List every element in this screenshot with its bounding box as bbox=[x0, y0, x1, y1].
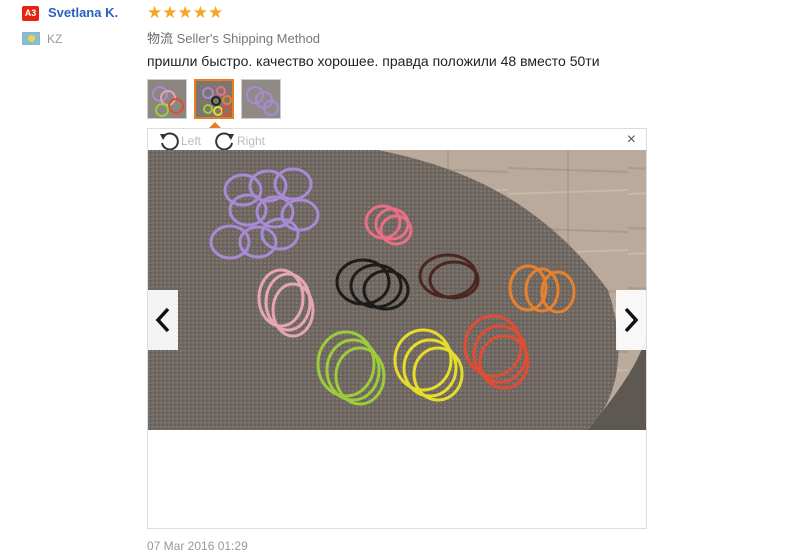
next-image-button[interactable] bbox=[616, 290, 646, 350]
rotate-left-button[interactable]: Left bbox=[158, 131, 201, 151]
close-viewer-button[interactable]: × bbox=[627, 132, 636, 148]
rotate-right-icon bbox=[215, 132, 234, 151]
review-photo bbox=[148, 150, 646, 430]
chevron-left-icon bbox=[155, 307, 170, 333]
review-thumbnail-2[interactable] bbox=[194, 79, 234, 119]
shipping-label: 物流 bbox=[147, 31, 174, 46]
chevron-right-icon bbox=[624, 307, 639, 333]
reviewer-country: KZ bbox=[47, 32, 63, 46]
kz-flag-icon bbox=[22, 32, 40, 45]
rotate-left-icon bbox=[160, 132, 179, 151]
image-viewer: Left Right × bbox=[147, 128, 647, 529]
review-comment: пришли быстро. качество хорошее. правда … bbox=[147, 53, 600, 69]
review-thumbnail-1[interactable] bbox=[147, 79, 187, 119]
reviewer-name[interactable]: Svetlana K. bbox=[48, 5, 118, 20]
rotate-right-button[interactable]: Right bbox=[214, 131, 265, 151]
user-level-badge: A3 bbox=[22, 6, 39, 21]
shipping-method: Seller's Shipping Method bbox=[176, 31, 321, 46]
review-date: 07 Mar 2016 01:29 bbox=[147, 539, 248, 553]
shipping-info: 物流 Seller's Shipping Method bbox=[147, 28, 320, 47]
rating-stars: ★★★★★ bbox=[147, 3, 224, 22]
rotate-right-label: Right bbox=[237, 134, 266, 148]
rotate-left-label: Left bbox=[181, 134, 202, 148]
previous-image-button[interactable] bbox=[148, 290, 178, 350]
review-thumbnail-3[interactable] bbox=[241, 79, 281, 119]
